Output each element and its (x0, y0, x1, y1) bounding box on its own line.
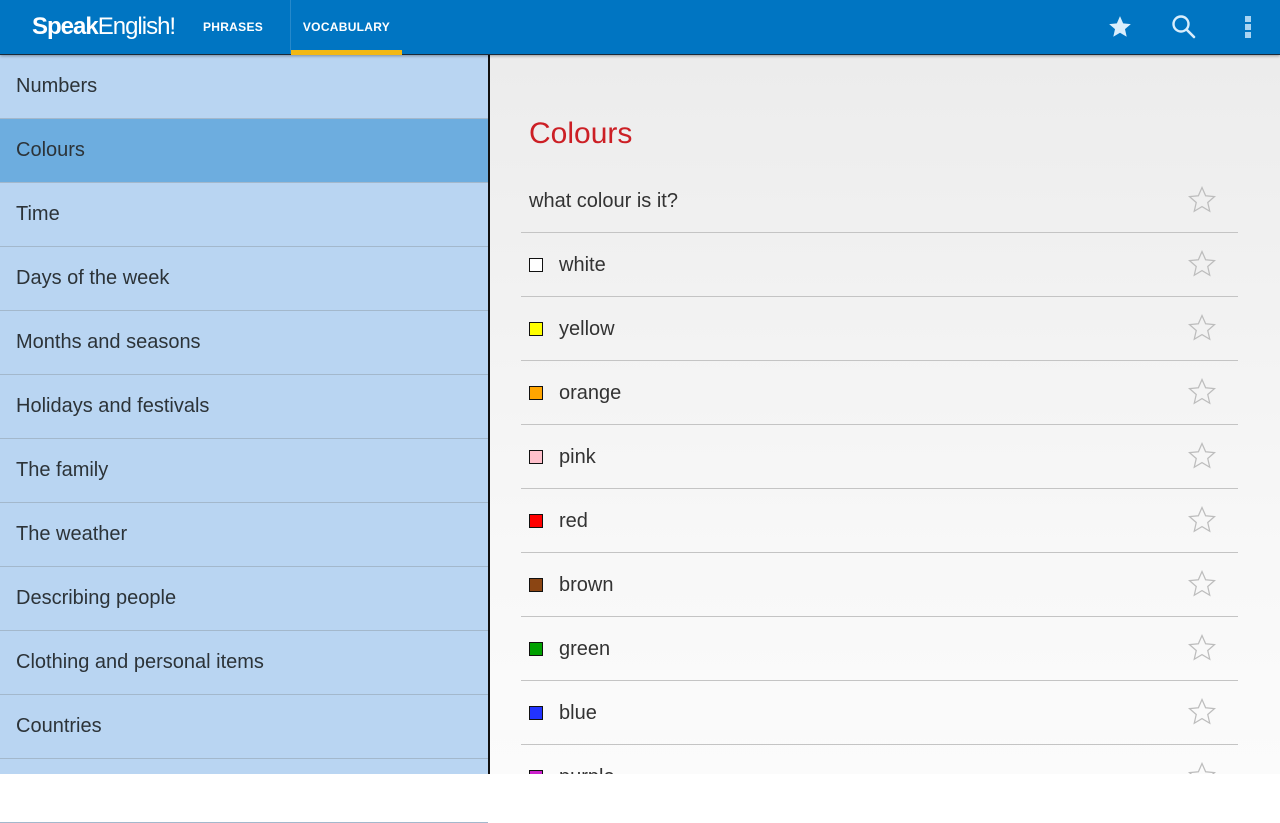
sidebar-item-time[interactable]: Time (0, 183, 488, 247)
section-title: Colours (529, 117, 633, 151)
phrase-row[interactable]: blue (521, 681, 1238, 745)
phrase-text: green (559, 638, 611, 660)
sidebar-item-describing-people[interactable]: Describing people (0, 567, 488, 631)
colour-swatch (529, 514, 543, 528)
phrase-text: blue (559, 702, 597, 724)
star-outline-icon[interactable] (1187, 377, 1217, 407)
colour-swatch (529, 642, 543, 656)
app-logo: SpeakEnglish! (32, 13, 176, 41)
star-icon (1109, 16, 1131, 37)
phrase-list: what colour is it? white yellow orange p… (521, 169, 1238, 774)
sidebar-item-colours[interactable]: Colours (0, 119, 488, 183)
sidebar-item-the-weather[interactable]: The weather (0, 503, 488, 567)
colour-swatch (529, 386, 543, 400)
phrase-row[interactable]: what colour is it? (521, 169, 1238, 233)
more-vert-icon (1245, 16, 1251, 38)
sidebar-item-numbers[interactable]: Numbers (0, 55, 488, 119)
star-outline-icon[interactable] (1187, 633, 1217, 663)
phrase-row[interactable]: yellow (521, 297, 1238, 361)
colour-swatch (529, 770, 543, 774)
star-outline-icon[interactable] (1187, 441, 1217, 471)
sidebar-item-clothing[interactable]: Clothing and personal items (0, 631, 488, 695)
tab-vocabulary[interactable]: VOCABULARY (290, 0, 402, 55)
phrase-row[interactable]: orange (521, 361, 1238, 425)
overflow-menu-button[interactable] (1232, 11, 1264, 43)
sidebar-item-days-of-the-week[interactable]: Days of the week (0, 247, 488, 311)
category-sidebar: Numbers Colours Time Days of the week Mo… (0, 55, 490, 823)
sidebar-item-holidays-and-festivals[interactable]: Holidays and festivals (0, 375, 488, 439)
star-outline-icon[interactable] (1187, 313, 1217, 343)
phrase-text: pink (559, 446, 596, 468)
phrase-row[interactable]: green (521, 617, 1238, 681)
app-bar: SpeakEnglish! PHRASES VOCABULARY (0, 0, 1280, 55)
phrase-text: orange (559, 382, 622, 404)
phrase-row[interactable]: red (521, 489, 1238, 553)
sidebar-item-the-family[interactable]: The family (0, 439, 488, 503)
phrase-text: purple (559, 765, 615, 774)
phrase-row[interactable]: pink (521, 425, 1238, 489)
sidebar-item-countries[interactable]: Countries (0, 695, 488, 759)
colour-swatch (529, 578, 543, 592)
favorites-button[interactable] (1104, 11, 1136, 43)
logo-speak: Speak (32, 13, 99, 40)
logo-english: English! (97, 13, 176, 40)
tab-phrases[interactable]: PHRASES (190, 0, 276, 54)
phrase-row[interactable]: brown (521, 553, 1238, 617)
colour-swatch (529, 450, 543, 464)
star-outline-icon[interactable] (1187, 569, 1217, 599)
phrase-text: white (559, 254, 606, 276)
star-outline-icon[interactable] (1187, 185, 1217, 215)
colour-swatch (529, 322, 543, 336)
tab-vocabulary-label: VOCABULARY (302, 20, 391, 34)
vocabulary-content: Colours what colour is it? white yellow … (490, 55, 1280, 774)
star-outline-icon[interactable] (1187, 249, 1217, 279)
star-outline-icon[interactable] (1187, 761, 1217, 774)
colour-swatch (529, 706, 543, 720)
sidebar-item-next[interactable] (0, 759, 488, 823)
search-button[interactable] (1168, 11, 1200, 43)
star-outline-icon[interactable] (1187, 505, 1217, 535)
search-icon (1172, 15, 1196, 39)
phrase-text: red (559, 510, 588, 532)
phrase-text: what colour is it? (529, 190, 678, 212)
star-outline-icon[interactable] (1187, 697, 1217, 727)
phrase-row[interactable]: purple (521, 745, 1238, 774)
active-tab-indicator (291, 50, 402, 55)
phrase-row[interactable]: white (521, 233, 1238, 297)
phrase-text: yellow (559, 318, 615, 340)
sidebar-item-months-and-seasons[interactable]: Months and seasons (0, 311, 488, 375)
colour-swatch (529, 258, 543, 272)
phrase-text: brown (559, 574, 614, 596)
